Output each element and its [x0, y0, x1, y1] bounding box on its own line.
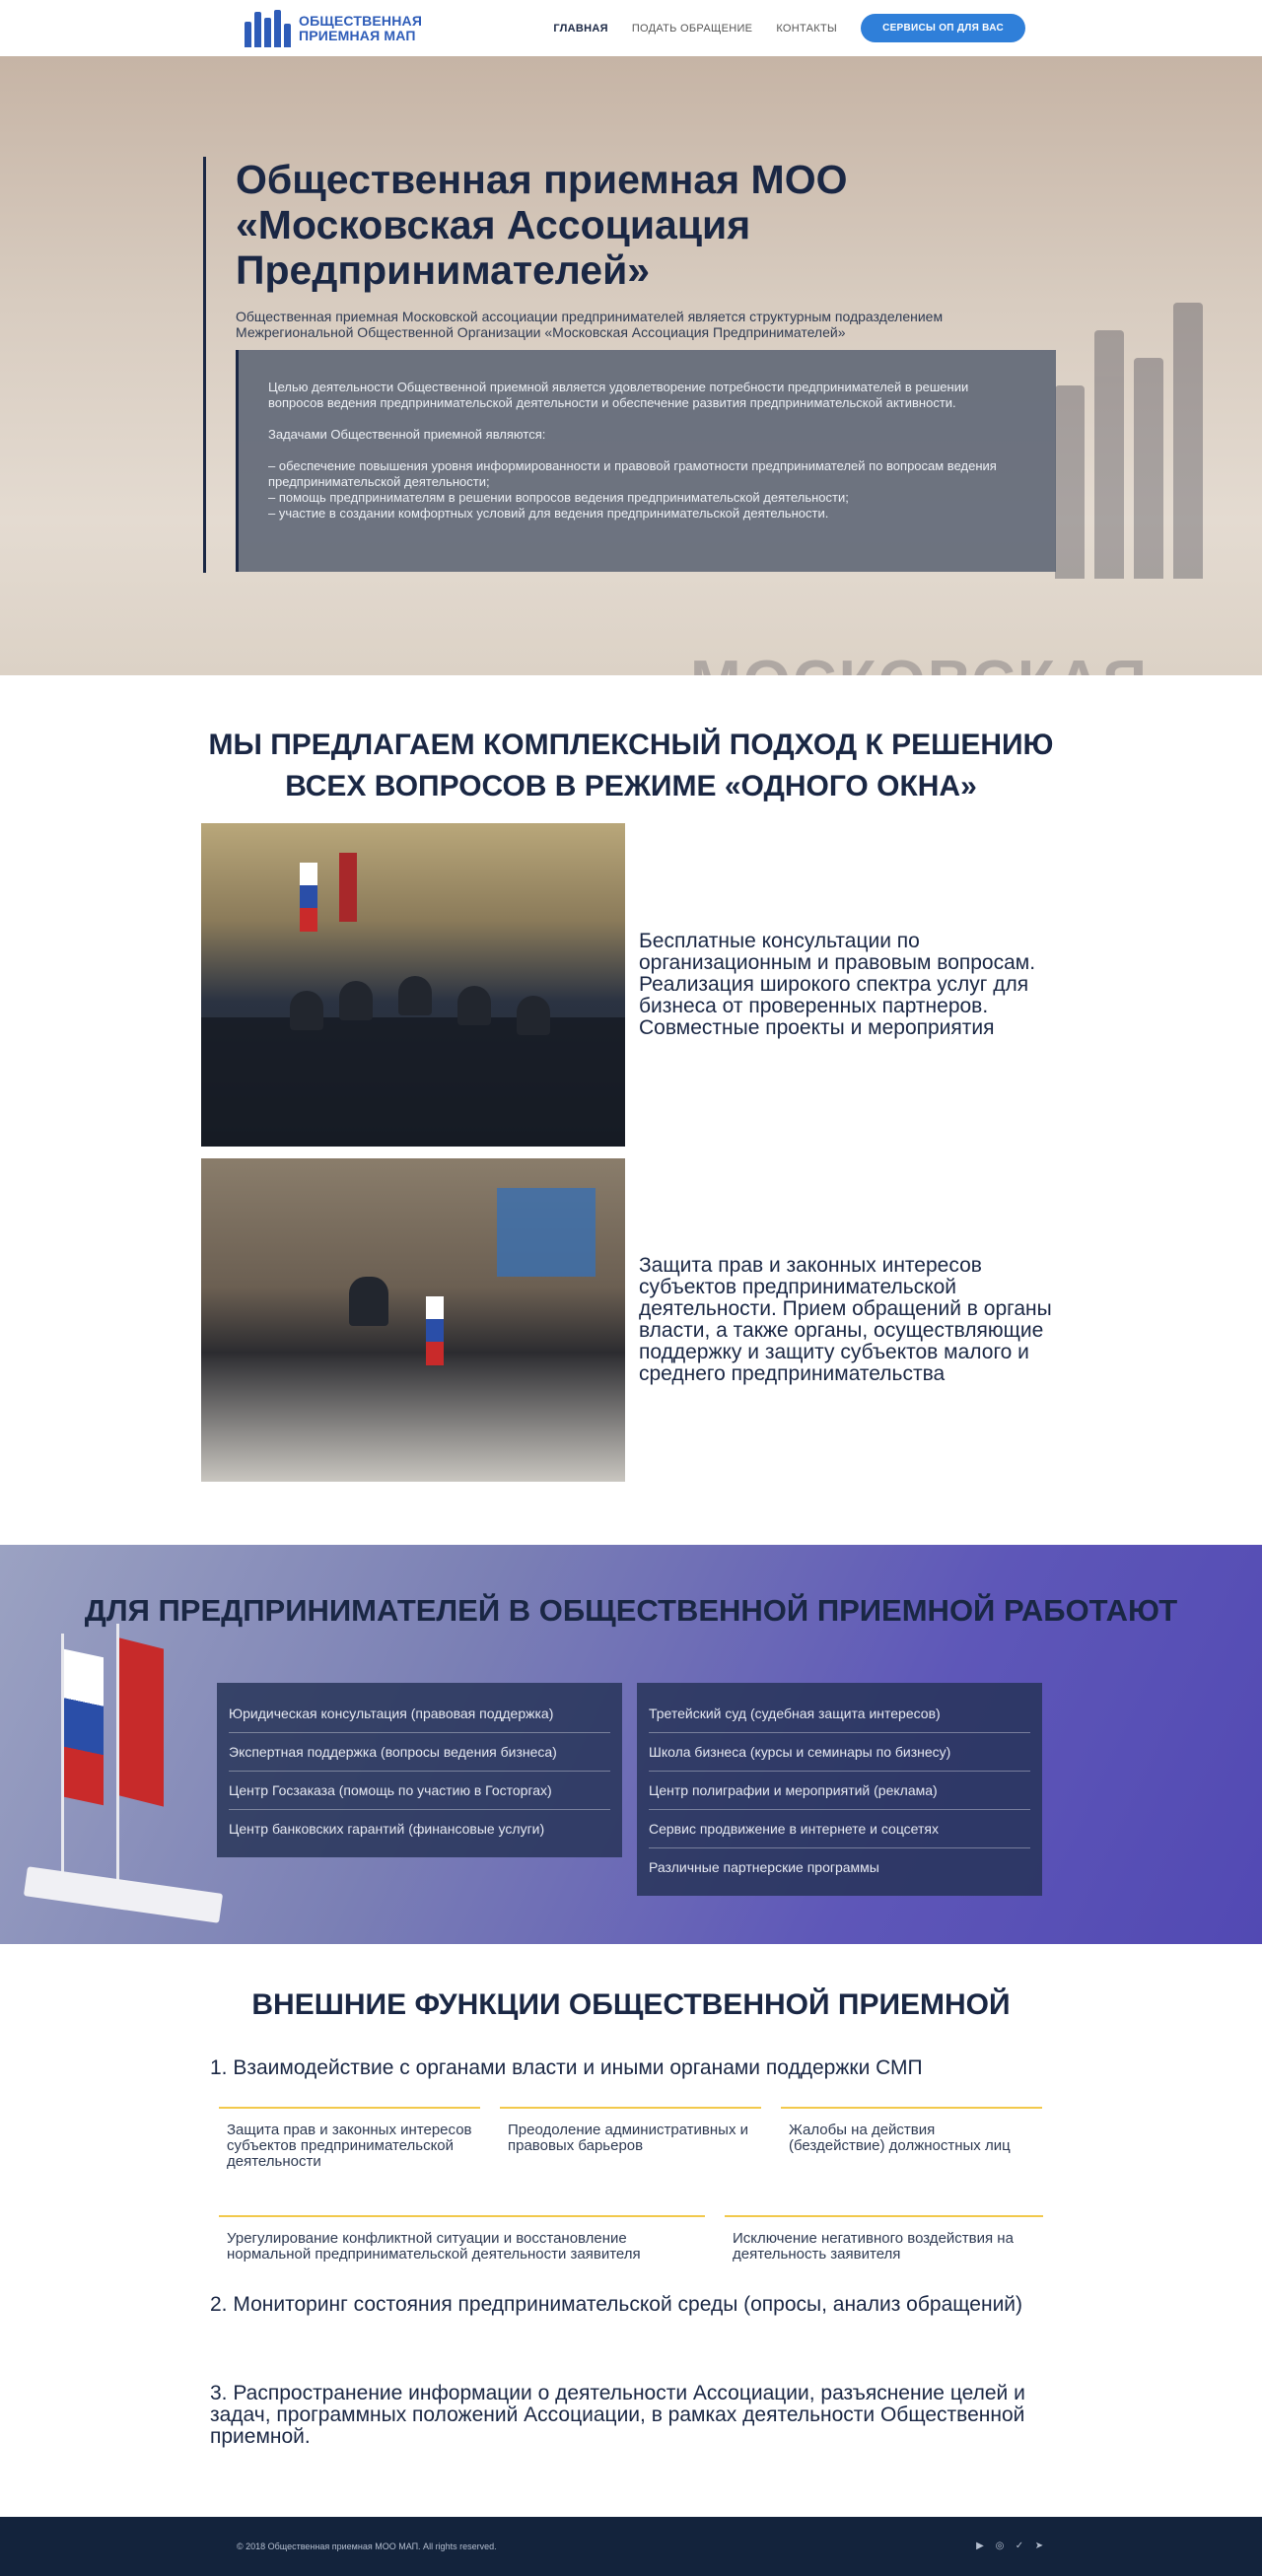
function-card: Исключение негативного воздействия на де…: [725, 2215, 1043, 2263]
hero-background-text: Московская: [690, 648, 1149, 675]
offer-row: Бесплатные консультации по организационн…: [201, 823, 1088, 1147]
logo-icon: [245, 9, 291, 47]
list-item: Третейский суд (судебная защита интересо…: [649, 1695, 1030, 1733]
offer-text: Защита прав и законных интересов субъект…: [639, 1254, 1052, 1385]
instagram-icon[interactable]: ◎: [994, 2541, 1006, 2552]
logo-line-2: приемная МАП: [299, 27, 416, 43]
moscow-flag: [119, 1637, 164, 1807]
function-card: Жалобы на действия (бездействие) должнос…: [781, 2107, 1042, 2170]
vk-icon[interactable]: ✓: [1014, 2541, 1025, 2552]
services-button[interactable]: Сервисы ОП для вас: [861, 14, 1025, 42]
nav-item-submit-request[interactable]: Подать обращение: [632, 23, 753, 35]
hero-tasks-list: – обеспечение повышения уровня информиро…: [268, 458, 1026, 522]
list-item: Школа бизнеса (курсы и семинары по бизне…: [649, 1733, 1030, 1772]
offer-section: Мы предлагаем комплексный подход к решен…: [0, 675, 1262, 1545]
hero-goal-text: Целью деятельности Общественной приемной…: [268, 380, 969, 410]
offer-heading: Мы предлагаем комплексный подход к решен…: [208, 729, 1054, 802]
list-item: Сервис продвижение в интернете и соцсетя…: [649, 1810, 1030, 1848]
copyright-text: © 2018 Общественная приемная МОО МАП. Al…: [237, 2541, 497, 2551]
social-links: ▶ ◎ ✓ ➤: [974, 2541, 1045, 2552]
meeting-photo: [201, 823, 625, 1147]
services-heading: Для предпринимателей в Общественной прие…: [84, 1593, 1178, 1628]
list-item: – помощь предпринимателям в решении вопр…: [268, 490, 849, 505]
cards-row-1: Защита прав и законных интересов субъект…: [219, 2107, 1043, 2170]
site-header: Общественная приемная МАП Главная Подать…: [0, 0, 1262, 56]
youtube-icon[interactable]: ▶: [974, 2541, 986, 2552]
list-item: Различные партнерские программы: [649, 1859, 879, 1875]
hero-info-box: Целью деятельности Общественной приемной…: [236, 350, 1056, 572]
offer-text: Бесплатные консультации по организационн…: [639, 930, 1036, 1039]
conference-photo: [201, 1158, 625, 1482]
services-list-left: Юридическая консультация (правовая подде…: [217, 1683, 622, 1857]
logo-line-1: Общественная: [299, 12, 423, 29]
logo-text: Общественная приемная МАП: [299, 12, 423, 43]
hero-tasks-heading: Задачами Общественной приемной являются:: [268, 427, 546, 442]
function-card: Преодоление административных и правовых …: [500, 2107, 761, 2170]
site-footer: © 2018 Общественная приемная МОО МАП. Al…: [0, 2517, 1262, 2576]
external-functions-section: Внешние функции Общественной приемной 1.…: [0, 1944, 1262, 2516]
nav-item-home[interactable]: Главная: [553, 23, 607, 35]
hero-content: Общественная приемная МОО «Московская Ас…: [203, 157, 1061, 573]
list-item: Юридическая консультация (правовая подде…: [229, 1695, 610, 1733]
function-item-2: 2. Мониторинг состояния предпринимательс…: [210, 2293, 1023, 2316]
telegram-icon[interactable]: ➤: [1033, 2541, 1045, 2552]
offer-row: Защита прав и законных интересов субъект…: [201, 1158, 1088, 1482]
list-item: – обеспечение повышения уровня информиро…: [268, 458, 997, 489]
list-item: Центр полиграфии и мероприятий (реклама): [649, 1772, 1030, 1810]
page-title: Общественная приемная МОО «Московская Ас…: [236, 157, 848, 293]
flag-stand: [23, 1866, 224, 1923]
presentation-screen: [497, 1188, 596, 1277]
function-item-1: 1. Взаимодействие с органами власти и ин…: [210, 2056, 923, 2079]
hero-background-logo: [1055, 303, 1203, 579]
list-item: – участие в создании комфортных условий …: [268, 506, 829, 521]
services-section: Для предпринимателей в Общественной прие…: [0, 1545, 1262, 1944]
list-item: Центр банковских гарантий (финансовые ус…: [229, 1821, 545, 1837]
list-item: Экспертная поддержка (вопросы ведения би…: [229, 1733, 610, 1772]
list-item: Центр Госзаказа (помощь по участию в Гос…: [229, 1772, 610, 1810]
external-functions-heading: Внешние функции Общественной приемной: [251, 1988, 1011, 2021]
services-list-right: Третейский суд (судебная защита интересо…: [637, 1683, 1042, 1896]
hero-section: Московская Общественная приемная МОО «Мо…: [0, 56, 1262, 675]
function-card: Защита прав и законных интересов субъект…: [219, 2107, 480, 2170]
function-item-3: 3. Распространение информации о деятельн…: [210, 2382, 1025, 2448]
hero-subtitle: Общественная приемная Московской ассоциа…: [236, 309, 944, 340]
cards-row-2: Урегулирование конфликтной ситуации и во…: [219, 2215, 1043, 2263]
main-nav: Главная Подать обращение Контакты Сервис…: [553, 14, 1025, 42]
russia-flag: [64, 1648, 104, 1806]
logo[interactable]: Общественная приемная МАП: [245, 9, 423, 47]
function-card: Урегулирование конфликтной ситуации и во…: [219, 2215, 705, 2263]
nav-item-contacts[interactable]: Контакты: [776, 23, 837, 35]
